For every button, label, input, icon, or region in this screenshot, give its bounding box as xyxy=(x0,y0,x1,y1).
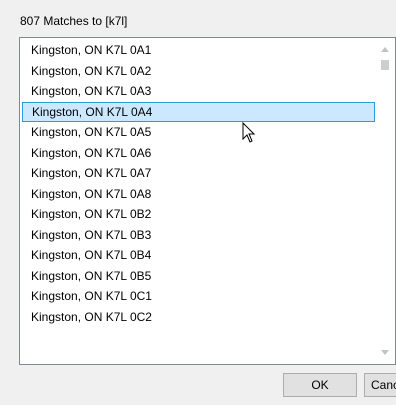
list-item[interactable]: Kingston, ON K7L 0A6 xyxy=(22,143,375,164)
list-item[interactable]: Kingston, ON K7L 0C1 xyxy=(22,286,375,307)
list-item[interactable]: Kingston, ON K7L 0A3 xyxy=(22,81,375,102)
scroll-up-arrow-icon[interactable] xyxy=(381,47,389,52)
list-item[interactable]: Kingston, ON K7L 0B5 xyxy=(22,266,375,287)
list-item[interactable]: Kingston, ON K7L 0B3 xyxy=(22,225,375,246)
list-item[interactable]: Kingston, ON K7L 0A5 xyxy=(22,122,375,143)
matches-header: 807 Matches to [k7l] xyxy=(20,14,128,28)
ok-button[interactable]: OK xyxy=(283,373,357,397)
list-item[interactable]: Kingston, ON K7L 0A4 xyxy=(22,101,375,122)
list-item[interactable]: Kingston, ON K7L 0C2 xyxy=(22,307,375,328)
scrollbar-thumb[interactable] xyxy=(381,60,389,70)
results-listbox[interactable]: Kingston, ON K7L 0A1 Kingston, ON K7L 0A2… xyxy=(19,37,396,365)
results-list: Kingston, ON K7L 0A1 Kingston, ON K7L 0A2… xyxy=(22,40,375,327)
mouse-pointer-icon xyxy=(242,122,256,143)
scroll-down-arrow-icon[interactable] xyxy=(381,350,389,355)
list-item[interactable]: Kingston, ON K7L 0A2 xyxy=(22,61,375,82)
cancel-button[interactable]: Cancel xyxy=(364,373,396,397)
list-item[interactable]: Kingston, ON K7L 0A7 xyxy=(22,163,375,184)
list-item[interactable]: Kingston, ON K7L 0A1 xyxy=(22,40,375,61)
list-item[interactable]: Kingston, ON K7L 0A8 xyxy=(22,184,375,205)
list-item[interactable]: Kingston, ON K7L 0B4 xyxy=(22,245,375,266)
vertical-scrollbar[interactable] xyxy=(377,39,394,363)
list-item[interactable]: Kingston, ON K7L 0B2 xyxy=(22,204,375,225)
